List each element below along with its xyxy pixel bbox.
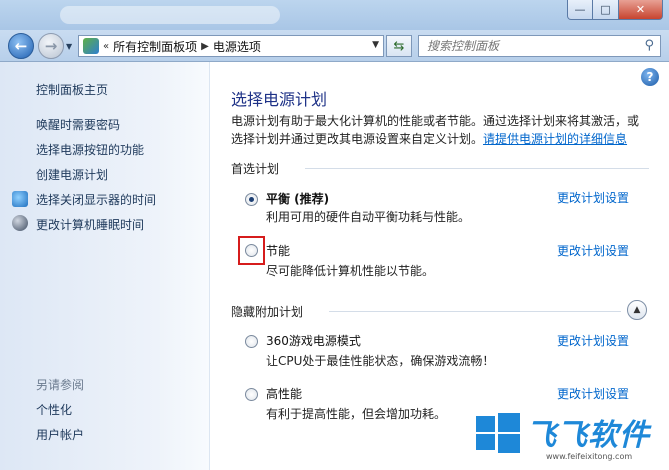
plan-360-game-name[interactable]: 360游戏电源模式 bbox=[266, 332, 361, 349]
plan-high-performance-settings-link[interactable]: 更改计划设置 bbox=[557, 385, 629, 402]
plan-high-performance-name[interactable]: 高性能 bbox=[266, 385, 302, 402]
hidden-plans-divider bbox=[329, 311, 621, 312]
help-icon: ? bbox=[646, 70, 654, 84]
title-bar-glow bbox=[60, 6, 280, 24]
back-button[interactable]: ← bbox=[8, 33, 34, 59]
forward-button[interactable]: → bbox=[38, 33, 64, 59]
sidebar-item-user-accounts[interactable]: 用户帐户 bbox=[36, 426, 84, 443]
control-panel-icon bbox=[83, 38, 99, 54]
sidebar-item-home[interactable]: 控制面板主页 bbox=[36, 81, 108, 98]
refresh-icon: ⇆ bbox=[393, 38, 405, 54]
arrow-left-icon: ← bbox=[14, 37, 28, 55]
plan-360-game-desc: 让CPU处于最佳性能状态，确保游戏流畅！ bbox=[266, 354, 495, 368]
address-bar[interactable]: « 所有控制面板项 ▶ 电源选项 ▼ bbox=[78, 35, 384, 57]
preferred-plans-header: 首选计划 bbox=[231, 162, 280, 176]
search-box[interactable]: ⚲ bbox=[418, 35, 661, 57]
breadcrumb-item-all-items[interactable]: 所有控制面板项 bbox=[113, 38, 197, 55]
plan-high-performance-radio[interactable] bbox=[245, 388, 258, 401]
arrow-right-icon: → bbox=[44, 37, 58, 55]
windows-logo-icon bbox=[476, 412, 520, 453]
sidebar-item-wake-password[interactable]: 唤醒时需要密码 bbox=[36, 116, 120, 133]
close-button[interactable]: ✕ bbox=[619, 0, 663, 20]
sidebar-item-display-off[interactable]: 选择关闭显示器的时间 bbox=[36, 191, 156, 208]
highlight-box bbox=[238, 236, 265, 265]
minimize-button[interactable]: — bbox=[567, 0, 593, 20]
watermark: 飞飞软件 www.feifeixitong.com bbox=[470, 406, 669, 470]
plan-balanced-settings-link[interactable]: 更改计划设置 bbox=[557, 189, 629, 206]
sidebar-item-power-buttons[interactable]: 选择电源按钮的功能 bbox=[36, 141, 144, 158]
collapse-hidden-plans-button[interactable]: ▲ bbox=[627, 300, 647, 320]
navigation-bar: ← → ▼ « 所有控制面板项 ▶ 电源选项 ▼ ⇆ ⚲ bbox=[0, 30, 669, 62]
breadcrumb-arrow-icon[interactable]: ▶ bbox=[201, 41, 209, 52]
sidebar-item-sleep-time[interactable]: 更改计算机睡眠时间 bbox=[36, 216, 144, 233]
plan-balanced-desc: 利用可用的硬件自动平衡功耗与性能。 bbox=[266, 210, 471, 224]
recent-pages-dropdown[interactable]: ▼ bbox=[66, 42, 72, 51]
maximize-button[interactable]: □ bbox=[593, 0, 619, 20]
plan-power-saver-settings-link[interactable]: 更改计划设置 bbox=[557, 242, 629, 259]
help-button[interactable]: ? bbox=[641, 68, 659, 86]
window-controls: — □ ✕ bbox=[567, 0, 663, 20]
address-dropdown-icon[interactable]: ▼ bbox=[372, 40, 379, 50]
preferred-plans-divider bbox=[305, 168, 649, 169]
page-title: 选择电源计划 bbox=[231, 90, 328, 109]
plan-details-link[interactable]: 请提供电源计划的详细信息 bbox=[483, 132, 627, 146]
breadcrumb-chevron-icon[interactable]: « bbox=[103, 41, 109, 52]
plan-360-game-radio[interactable] bbox=[245, 335, 258, 348]
plan-high-performance-desc: 有利于提高性能，但会增加功耗。 bbox=[266, 407, 447, 421]
sidebar-item-personalization[interactable]: 个性化 bbox=[36, 401, 72, 418]
intro-paragraph: 电源计划有助于最大化计算机的性能或者节能。通过选择计划来将其激活，或选择计划并通… bbox=[231, 112, 643, 148]
sidebar: 控制面板主页 唤醒时需要密码 选择电源按钮的功能 创建电源计划 选择关闭显示器的… bbox=[0, 62, 210, 470]
moon-icon bbox=[12, 215, 28, 231]
watermark-brand: 飞飞软件 bbox=[526, 418, 650, 453]
plan-360-game-settings-link[interactable]: 更改计划设置 bbox=[557, 332, 629, 349]
chevron-up-icon: ▲ bbox=[633, 305, 641, 315]
search-icon[interactable]: ⚲ bbox=[644, 38, 654, 53]
title-bar: — □ ✕ bbox=[0, 0, 669, 30]
sidebar-item-create-plan[interactable]: 创建电源计划 bbox=[36, 166, 108, 183]
refresh-button[interactable]: ⇆ bbox=[386, 35, 412, 57]
plan-power-saver-name[interactable]: 节能 bbox=[266, 242, 290, 259]
plan-power-saver-desc: 尽可能降低计算机性能以节能。 bbox=[266, 264, 435, 278]
watermark-url: www.feifeixitong.com bbox=[546, 452, 633, 461]
plan-balanced-name[interactable]: 平衡 (推荐) bbox=[266, 190, 329, 207]
search-input[interactable] bbox=[419, 36, 629, 56]
see-also-heading: 另请参阅 bbox=[36, 378, 85, 392]
breadcrumb-item-power-options[interactable]: 电源选项 bbox=[213, 38, 261, 55]
hidden-plans-header[interactable]: 隐藏附加计划 bbox=[231, 303, 303, 320]
plan-balanced-radio[interactable] bbox=[245, 193, 258, 206]
monitor-icon bbox=[12, 191, 28, 207]
